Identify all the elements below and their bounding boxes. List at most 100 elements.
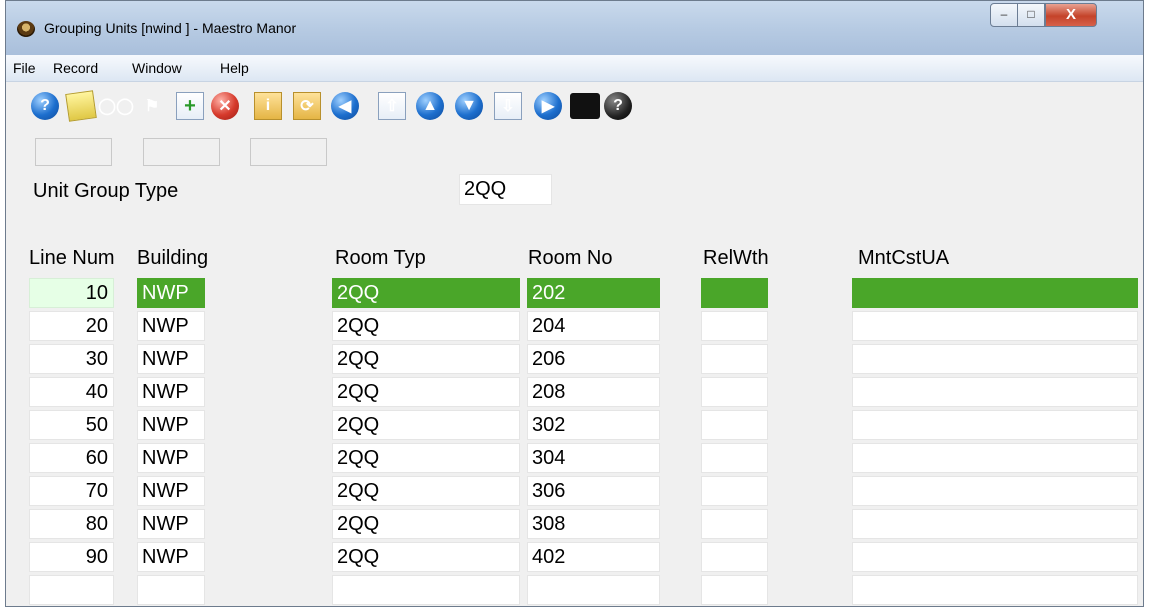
notes-button[interactable]	[64, 90, 98, 122]
toolbar: ? ◯◯ ⚑ + ✕ i ⟳ ◀ ⇧ ▲ ▼ ⇩ ▶ ?	[6, 82, 1143, 134]
relwth-cell[interactable]	[701, 311, 768, 341]
building-cell[interactable]: NWP	[137, 443, 205, 473]
maximize-button[interactable]: □	[1017, 3, 1045, 27]
mntcstua-cell[interactable]	[852, 476, 1138, 506]
room-no-cell[interactable]: 206	[527, 344, 660, 374]
first-record-button[interactable]: ◀	[328, 90, 362, 122]
new-record-icon: +	[176, 92, 204, 120]
building-cell[interactable]: NWP	[137, 542, 205, 572]
building-cell[interactable]: NWP	[137, 410, 205, 440]
building-cell[interactable]	[137, 575, 205, 605]
room-no-cell[interactable]: 306	[527, 476, 660, 506]
room-typ-cell[interactable]: 2QQ	[332, 509, 520, 539]
room-typ-cell[interactable]: 2QQ	[332, 443, 520, 473]
line-num-cell[interactable]: 30	[29, 344, 114, 374]
relwth-cell[interactable]	[701, 278, 768, 308]
room-typ-cell[interactable]: 2QQ	[332, 344, 520, 374]
relwth-cell[interactable]	[701, 443, 768, 473]
building-cell[interactable]: NWP	[137, 278, 205, 308]
room-no-cell[interactable]: 308	[527, 509, 660, 539]
line-num-cell[interactable]: 90	[29, 542, 114, 572]
last-record-icon: ▶	[534, 92, 562, 120]
relwth-cell[interactable]	[701, 509, 768, 539]
building-cell[interactable]: NWP	[137, 476, 205, 506]
relwth-cell[interactable]	[701, 542, 768, 572]
last-record-button[interactable]: ▶	[531, 90, 565, 122]
find-button[interactable]: ◯◯	[98, 90, 134, 122]
room-typ-cell[interactable]: 2QQ	[332, 311, 520, 341]
relwth-cell[interactable]	[701, 476, 768, 506]
building-cell[interactable]: NWP	[137, 311, 205, 341]
next-record-button[interactable]: ▼	[452, 90, 486, 122]
column-header-line-num: Line Num	[29, 247, 115, 269]
unit-group-type-input[interactable]: 2QQ	[459, 174, 552, 205]
building-cell[interactable]: NWP	[137, 509, 205, 539]
first-record-icon: ◀	[331, 92, 359, 120]
line-num-cell[interactable]: 70	[29, 476, 114, 506]
delete-record-icon: ✕	[211, 92, 239, 120]
line-num-cell[interactable]: 50	[29, 410, 114, 440]
next-record-icon: ▼	[455, 92, 483, 120]
page-up-button[interactable]: ⇧	[375, 90, 409, 122]
relwth-cell[interactable]	[701, 410, 768, 440]
new-record-button[interactable]: +	[173, 90, 207, 122]
exit-door-icon: ⚑	[144, 98, 160, 115]
column-header-building: Building	[137, 247, 209, 269]
room-no-cell[interactable]: 202	[527, 278, 660, 308]
relwth-cell[interactable]	[701, 377, 768, 407]
menu-file[interactable]: File	[13, 60, 36, 76]
mntcstua-cell[interactable]	[852, 377, 1138, 407]
mntcstua-cell[interactable]	[852, 278, 1138, 308]
console-button[interactable]	[568, 90, 602, 122]
menu-help[interactable]: Help	[220, 60, 249, 76]
room-no-cell[interactable]: 302	[527, 410, 660, 440]
room-no-cell[interactable]: 204	[527, 311, 660, 341]
refresh-button[interactable]: ⟳	[290, 90, 324, 122]
page-down-button[interactable]: ⇩	[491, 90, 525, 122]
title-bar[interactable]: Grouping Units [nwind ] - Maestro Manor …	[6, 1, 1143, 55]
info-button[interactable]: i	[251, 90, 285, 122]
mntcstua-cell[interactable]	[852, 575, 1138, 605]
relwth-cell[interactable]	[701, 344, 768, 374]
status-field-3	[250, 138, 327, 166]
close-button[interactable]: X	[1045, 3, 1097, 27]
mntcstua-cell[interactable]	[852, 344, 1138, 374]
room-no-cell[interactable]	[527, 575, 660, 605]
mntcstua-cell[interactable]	[852, 410, 1138, 440]
previous-record-icon: ▲	[416, 92, 444, 120]
menu-record[interactable]: Record	[53, 60, 98, 76]
relwth-cell[interactable]	[701, 575, 768, 605]
mntcstua-cell[interactable]	[852, 443, 1138, 473]
room-typ-cell[interactable]: 2QQ	[332, 410, 520, 440]
line-num-cell[interactable]	[29, 575, 114, 605]
building-cell[interactable]: NWP	[137, 344, 205, 374]
delete-record-button[interactable]: ✕	[208, 90, 242, 122]
line-num-cell[interactable]: 60	[29, 443, 114, 473]
mntcstua-cell[interactable]	[852, 509, 1138, 539]
previous-record-button[interactable]: ▲	[413, 90, 447, 122]
exit-button[interactable]: ⚑	[135, 90, 169, 122]
column-header-room-no: Room No	[528, 247, 613, 269]
room-no-cell[interactable]: 402	[527, 542, 660, 572]
line-num-cell[interactable]: 20	[29, 311, 114, 341]
line-num-cell[interactable]: 10	[29, 278, 114, 308]
room-typ-cell[interactable]: 2QQ	[332, 278, 520, 308]
room-no-cell[interactable]: 304	[527, 443, 660, 473]
minimize-button[interactable]: –	[990, 3, 1018, 27]
room-no-cell[interactable]: 208	[527, 377, 660, 407]
app-icon[interactable]	[17, 21, 35, 37]
help-icon: ?	[31, 92, 59, 120]
line-num-cell[interactable]: 80	[29, 509, 114, 539]
menu-bar: File Record Window Help	[6, 55, 1143, 82]
building-cell[interactable]: NWP	[137, 377, 205, 407]
room-typ-cell[interactable]: 2QQ	[332, 377, 520, 407]
room-typ-cell[interactable]: 2QQ	[332, 542, 520, 572]
line-num-cell[interactable]: 40	[29, 377, 114, 407]
menu-window[interactable]: Window	[132, 60, 182, 76]
mntcstua-cell[interactable]	[852, 311, 1138, 341]
room-typ-cell[interactable]	[332, 575, 520, 605]
mntcstua-cell[interactable]	[852, 542, 1138, 572]
help-button[interactable]: ?	[28, 90, 62, 122]
context-help-button[interactable]: ?	[601, 90, 635, 122]
room-typ-cell[interactable]: 2QQ	[332, 476, 520, 506]
